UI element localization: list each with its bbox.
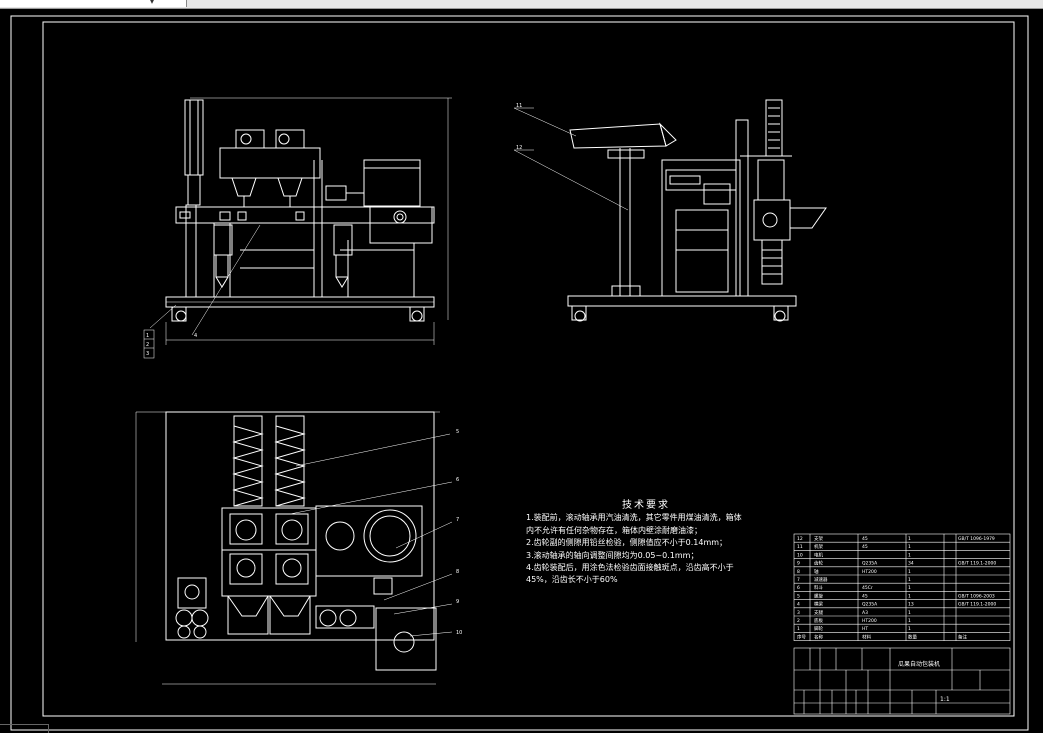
- tech-line-4: 3.滚动轴承的轴向调整间隙均为0.05~0.1mm；: [526, 550, 699, 560]
- callout-4: 4: [194, 333, 197, 339]
- bom-cell: 45: [862, 536, 868, 542]
- technical-requirements: 技术要求 1.装配前，滚动轴承用汽油清洗，其它零件用煤油清洗，箱体 内不允许有任…: [526, 500, 766, 587]
- callout-9: 9: [456, 599, 459, 605]
- callout-6: 6: [456, 477, 459, 483]
- bom-cell: 45: [862, 544, 868, 550]
- callout-3: 3: [146, 351, 149, 357]
- bom-cell: 1: [908, 569, 911, 575]
- bom-cell: 45Cr: [862, 585, 873, 591]
- callout-8: 8: [456, 569, 459, 575]
- bom-cell: 3: [797, 610, 800, 616]
- bom-cell: GB/T 1096-2003: [958, 593, 995, 599]
- callout-2: 2: [146, 342, 149, 348]
- bom-cell: 45: [862, 593, 868, 599]
- bom-cell: 支架: [814, 535, 823, 542]
- bom-cell: A3: [862, 610, 868, 616]
- bom-cell: HT: [862, 626, 868, 632]
- callout-5: 5: [456, 429, 459, 435]
- bom-cell: 1: [908, 593, 911, 599]
- bom-cell: HT200: [862, 618, 877, 624]
- bom-cell: 1: [908, 610, 911, 616]
- bom-cell: 1: [908, 626, 911, 632]
- title-block-text: 瓜果自动包装机 1:1: [898, 660, 950, 703]
- bom-cell: 横梁: [814, 601, 823, 608]
- callout-11: 11: [516, 103, 522, 109]
- callout-1: 1: [146, 333, 149, 339]
- bom-cell: HT200: [862, 569, 877, 575]
- dropdown-arrow-icon[interactable]: ▾: [150, 0, 154, 6]
- bom-cell: 支腿: [814, 609, 823, 616]
- bom-cell: 6: [797, 585, 800, 591]
- bom-cell: 10: [797, 552, 803, 558]
- bom-header-cell: 备注: [958, 633, 967, 640]
- side-view: [513, 99, 827, 322]
- callout-7: 7: [456, 517, 459, 523]
- bom-cell: 1: [908, 536, 911, 542]
- callout-12: 12: [516, 145, 522, 151]
- tech-line-5: 4.齿轮装配后，用涂色法检验齿面接触斑点，沿齿高不小于: [526, 563, 734, 573]
- bom-header-cell: 名称: [814, 633, 823, 640]
- bom-table: [793, 533, 1011, 641]
- bom-text: 12 支架 45 1 GB/T 1096-197911 机架 45 110 电机 19 齿轮 Q235…: [797, 535, 996, 640]
- bom-cell: 机架: [814, 543, 823, 550]
- bom-cell: Q235A: [862, 602, 878, 608]
- bom-cell: GB/T 119.1-2000: [958, 561, 996, 567]
- top-view: [135, 411, 453, 685]
- cad-drawing-canvas[interactable]: 11 12 5 6 7 8 9 10 1 2 3 4 12 支架 45 1 GB/T 1…: [0, 9, 1043, 731]
- bom-cell: 13: [908, 602, 914, 608]
- bom-cell: 1: [908, 577, 911, 583]
- bom-cell: 1: [797, 626, 800, 632]
- callout-labels: 11 12 5 6 7 8 9 10 1 2 3 4: [146, 103, 522, 636]
- drawing-title: 瓜果自动包装机: [898, 660, 940, 668]
- bom-cell: 底板: [814, 617, 823, 624]
- bom-cell: 12: [797, 536, 803, 542]
- bom-header-cell: 数量: [908, 633, 917, 640]
- bom-cell: 5: [797, 593, 800, 599]
- bom-cell: 电机: [814, 551, 823, 558]
- bom-cell: GB/T 119.1-2000: [958, 602, 996, 608]
- tech-line-2: 内不允许有任何杂物存在，箱体内壁涂耐磨油漆；: [526, 525, 702, 535]
- drawing-scale: 1:1: [940, 696, 950, 703]
- tech-line-6: 45%，沿齿长不小于60%: [526, 575, 618, 585]
- bom-cell: 减速器: [814, 576, 828, 583]
- bom-cell: GB/T 1096-1979: [958, 536, 995, 542]
- bom-cell: 齿轮: [814, 560, 823, 567]
- bom-cell: 1: [908, 585, 911, 591]
- bom-cell: 螺旋: [814, 592, 823, 599]
- bom-cell: 34: [908, 561, 914, 567]
- bom-header-cell: 序号: [797, 633, 806, 640]
- bom-cell: 9: [797, 561, 800, 567]
- bom-cell: 1: [908, 544, 911, 550]
- bom-cell: 1: [908, 618, 911, 624]
- status-area: [0, 724, 49, 733]
- bom-cell: 7: [797, 577, 800, 583]
- bom-header-cell: 材料: [862, 633, 871, 640]
- bom-cell: 2: [797, 618, 800, 624]
- bom-cell: 11: [797, 544, 803, 550]
- command-input[interactable]: ▾: [0, 0, 187, 7]
- technical-requirements-title: 技术要求: [622, 500, 670, 511]
- bom-cell: Q235A: [862, 561, 878, 567]
- bom-cell: 8: [797, 569, 800, 575]
- front-view: [143, 97, 452, 359]
- bom-cell: 轴: [814, 568, 819, 575]
- bom-cell: 脚轮: [814, 625, 823, 632]
- title-block: [793, 647, 1011, 715]
- bom-cell: 料斗: [814, 584, 823, 591]
- bom-cell: 4: [797, 602, 800, 608]
- application-toolbar: ▾: [0, 0, 1043, 9]
- tech-line-3: 2.齿轮副的侧隙用铅丝检验，侧隙值应不小于0.14mm；: [526, 538, 728, 548]
- callout-10: 10: [456, 630, 462, 636]
- tech-line-1: 1.装配前，滚动轴承用汽油清洗，其它零件用煤油清洗，箱体: [526, 513, 742, 523]
- bom-cell: 1: [908, 552, 911, 558]
